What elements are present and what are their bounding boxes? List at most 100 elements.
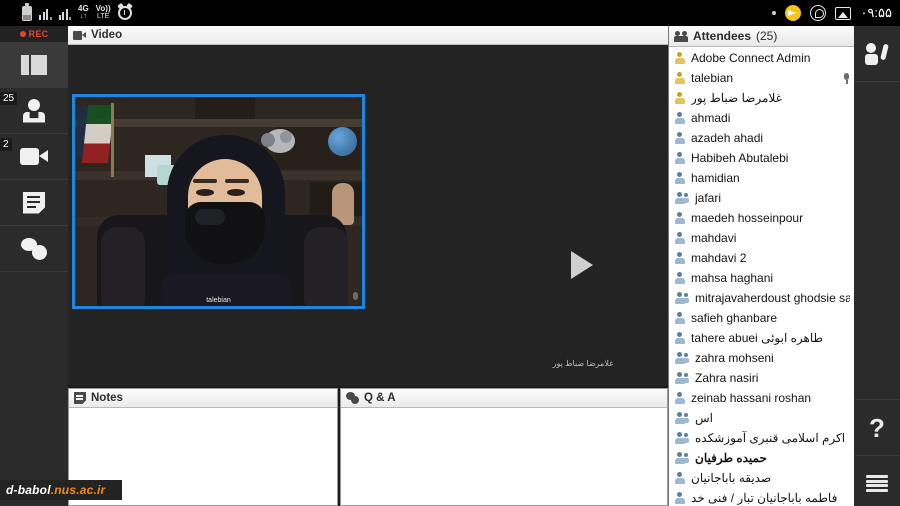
telegram-icon xyxy=(785,5,802,21)
attendee-row[interactable]: mahdavi xyxy=(669,228,854,248)
attendees-list[interactable]: Adobe Connect Admin talebian غلامرضا ضباط … xyxy=(669,47,854,506)
attendee-name: Adobe Connect Admin xyxy=(691,51,811,65)
attendee-name: mahdavi xyxy=(691,231,737,245)
hamburger-menu-icon xyxy=(866,475,888,492)
sidebar-item-attendees[interactable]: 25 xyxy=(0,88,68,134)
right-rail-spacer xyxy=(854,82,900,400)
qa-pod-header: Q & A xyxy=(341,389,667,408)
attendee-row[interactable]: zahra mohseni xyxy=(669,348,854,368)
attendee-row[interactable]: jafari xyxy=(669,188,854,208)
video-pod: Video talebian غلامرضا ضباط پور xyxy=(68,26,668,386)
help-icon: ? xyxy=(869,412,885,443)
adobe-connect-meeting-screen: 4G ↓↑ Vo)) LTE ۰۹:۵۵ REC 25 2 ? Video ta… xyxy=(0,0,900,506)
attendee-name: zahra mohseni xyxy=(695,351,774,365)
participant-avatar-icon xyxy=(673,151,686,165)
record-dot-icon xyxy=(19,31,26,37)
attendee-row[interactable]: zeinab hassani roshan xyxy=(669,388,854,408)
attendee-row[interactable]: mahsa haghani xyxy=(669,268,854,288)
attendee-row[interactable]: Adobe Connect Admin xyxy=(669,48,854,68)
layout-icon xyxy=(21,54,47,75)
participant-avatar-icon xyxy=(673,131,686,145)
status-clock: ۰۹:۵۵ xyxy=(860,5,892,20)
raise-hand-button[interactable] xyxy=(854,26,900,82)
attendee-name: ahmadi xyxy=(691,111,731,125)
attendee-row[interactable]: اکرم اسلامی قنبری آموزشکده xyxy=(669,428,854,448)
sidebar-item-notes[interactable] xyxy=(0,180,68,226)
host-avatar-icon xyxy=(673,91,686,105)
attendee-row[interactable]: صدیقه باباجانیان xyxy=(669,468,854,488)
network-type-label: 4G ↓↑ xyxy=(78,4,89,21)
sidebar-item-video[interactable]: 2 xyxy=(0,134,68,180)
attendee-row[interactable]: ahmadi xyxy=(669,108,854,128)
question-bubble-icon: ? xyxy=(21,237,47,260)
recording-indicator: REC xyxy=(0,26,68,42)
participant-avatar-icon xyxy=(673,191,690,205)
participant-avatar-icon xyxy=(673,391,686,405)
attendee-row[interactable]: Zahra nasiri xyxy=(669,368,854,388)
sidebar-item-qa[interactable]: ? xyxy=(0,226,68,272)
attendee-name: azadeh ahadi xyxy=(691,131,764,145)
participant-avatar-icon xyxy=(673,271,686,285)
camera-feed-name: talebian xyxy=(206,297,231,304)
participant-avatar-icon xyxy=(673,231,686,245)
attendee-name: mitrajavaherdoust ghodsie sa xyxy=(695,291,850,305)
attendee-name: safieh ghanbare xyxy=(691,311,778,325)
participant-avatar-icon xyxy=(673,111,686,125)
notes-pod-title: Notes xyxy=(91,392,123,404)
watermark-part1: d-babol xyxy=(6,483,51,497)
qa-pod-body[interactable] xyxy=(341,408,667,505)
camera-icon xyxy=(73,30,86,40)
participant-avatar-icon xyxy=(673,351,690,365)
attendees-count: (25) xyxy=(756,29,778,43)
battery-icon xyxy=(22,2,32,21)
whatsapp-icon xyxy=(810,5,827,21)
host-avatar-icon xyxy=(673,71,686,85)
attendee-row[interactable]: azadeh ahadi xyxy=(669,128,854,148)
attendee-name: Zahra nasiri xyxy=(695,371,759,385)
attendee-row[interactable]: maedeh hosseinpour xyxy=(669,208,854,228)
sidebar-item-layout[interactable] xyxy=(0,42,68,88)
microphone-icon[interactable] xyxy=(843,72,850,84)
attendee-row[interactable]: mahdavi 2 xyxy=(669,248,854,268)
video-pod-body: talebian غلامرضا ضباط پور xyxy=(68,45,668,386)
participant-avatar-icon xyxy=(673,411,690,425)
attendee-row[interactable]: Habibeh Abutalebi xyxy=(669,148,854,168)
host-avatar-icon xyxy=(673,51,686,65)
attendee-name: صدیقه باباجانیان xyxy=(691,471,772,485)
person-icon xyxy=(23,98,45,123)
attendee-name: اس xyxy=(695,411,713,425)
attendee-row[interactable]: safieh ghanbare xyxy=(669,308,854,328)
attendee-row[interactable]: حمیده طرفیان xyxy=(669,448,854,468)
camera-icon xyxy=(20,148,48,165)
attendee-name: فاطمه باباجانیان تبار / فنی خد xyxy=(691,491,838,505)
participant-avatar-icon xyxy=(673,491,686,505)
attendee-name: tahere abuei طاهره ابوئی xyxy=(691,331,824,345)
attendees-badge: 25 xyxy=(0,92,18,105)
image-icon xyxy=(835,6,852,20)
left-toolbar: REC 25 2 ? xyxy=(0,26,68,506)
attendee-name: اکرم اسلامی قنبری آموزشکده xyxy=(695,431,846,445)
attendee-name: Habibeh Abutalebi xyxy=(691,151,789,165)
attendee-row[interactable]: talebian xyxy=(669,68,854,88)
site-watermark: d-babol .nus.ac.ir xyxy=(0,480,122,500)
menu-button[interactable] xyxy=(854,456,900,506)
attendee-row[interactable]: mitrajavaherdoust ghodsie sa xyxy=(669,288,854,308)
participant-avatar-icon xyxy=(673,211,686,225)
participant-avatar-icon xyxy=(673,251,686,265)
dot-indicator-icon xyxy=(772,11,777,15)
attendee-name: mahsa haghani xyxy=(691,271,774,285)
attendee-row[interactable]: فاطمه باباجانیان تبار / فنی خد xyxy=(669,488,854,506)
attendee-name: zeinab hassani roshan xyxy=(691,391,812,405)
microphone-icon xyxy=(353,292,358,300)
participant-avatar-icon xyxy=(673,471,686,485)
attendee-row[interactable]: غلامرضا ضباط پور xyxy=(669,88,854,108)
camera-feed-talebian[interactable]: talebian xyxy=(72,94,365,309)
help-button[interactable]: ? xyxy=(854,400,900,456)
play-triangle-icon[interactable] xyxy=(571,251,593,279)
attendees-panel: Attendees (25) Adobe Connect Admin talebi… xyxy=(668,26,854,506)
signal-bars-icon xyxy=(39,7,52,20)
attendee-row[interactable]: اس xyxy=(669,408,854,428)
attendee-row[interactable]: hamidian xyxy=(669,168,854,188)
attendee-row[interactable]: tahere abuei طاهره ابوئی xyxy=(669,328,854,348)
qa-pod: Q & A xyxy=(340,388,668,506)
